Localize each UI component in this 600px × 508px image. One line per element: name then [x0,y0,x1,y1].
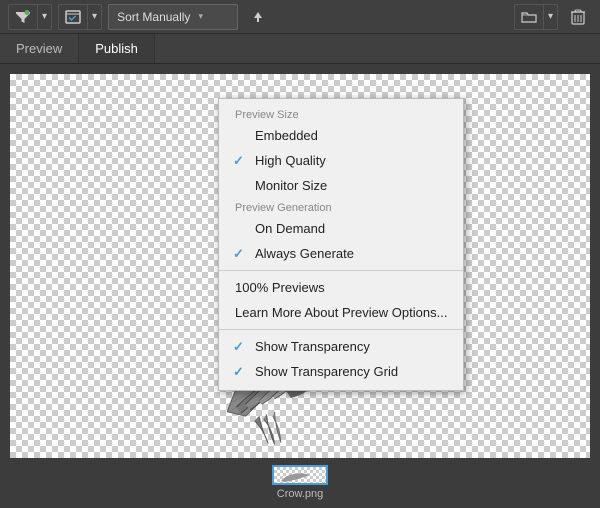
tab-publish[interactable]: Publish [79,34,155,63]
check-show-transparency-grid: ✓ [233,364,244,380]
tabs-bar: Preview Publish [0,34,600,64]
file-name: Crow.png [277,488,323,500]
dropdown-menu: Preview Size ✓ Embedded ✓ High Quality ✓… [218,98,464,391]
sort-dropdown-arrow: ▾ [198,11,203,22]
menu-item-embedded[interactable]: ✓ Embedded [219,123,463,148]
preview-size-label: Preview Size [219,105,463,123]
preview-icon [59,5,87,29]
trash-icon-button[interactable] [564,4,592,30]
canvas-area: Crow.png Preview Size ✓ Embedded ✓ High … [0,64,600,508]
menu-item-100-previews[interactable]: 100% Previews [219,275,463,300]
filter-icon [9,5,37,29]
preview-dropdown-arrow: ▾ [87,5,101,29]
sort-dropdown[interactable]: Sort Manually ▾ [108,4,238,30]
menu-item-high-quality[interactable]: ✓ High Quality [219,148,463,173]
menu-item-show-transparency-grid[interactable]: ✓ Show Transparency Grid [219,359,463,384]
filter-icon-group[interactable]: ▾ [8,4,52,30]
thumbnail-preview[interactable] [272,465,328,485]
folder-icon-group[interactable]: ▾ [514,4,558,30]
sort-direction-button[interactable] [244,4,272,30]
check-always-generate: ✓ [233,246,244,262]
menu-item-learn-more[interactable]: Learn More About Preview Options... [219,300,463,325]
folder-icon [515,5,543,29]
menu-divider-2 [219,329,463,330]
menu-item-on-demand[interactable]: ✓ On Demand [219,216,463,241]
preview-gen-label: Preview Generation [219,198,463,216]
filter-dropdown-arrow: ▾ [37,5,51,29]
check-show-transparency: ✓ [233,339,244,355]
thumbnail-area: Crow.png [272,465,328,500]
menu-item-show-transparency[interactable]: ✓ Show Transparency [219,334,463,359]
menu-item-always-generate[interactable]: ✓ Always Generate [219,241,463,266]
preview-icon-group[interactable]: ▾ [58,4,102,30]
menu-item-monitor-size[interactable]: ✓ Monitor Size [219,173,463,198]
menu-divider-1 [219,270,463,271]
toolbar: ▾ ▾ Sort Manually ▾ ▾ [0,0,600,34]
folder-dropdown-arrow: ▾ [543,5,557,29]
tab-preview[interactable]: Preview [0,34,79,63]
sort-label: Sort Manually [117,10,190,24]
check-high-quality: ✓ [233,153,244,169]
